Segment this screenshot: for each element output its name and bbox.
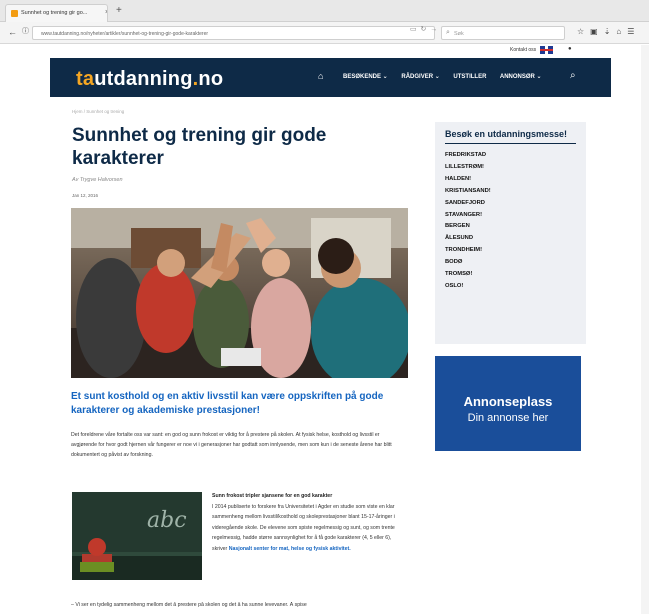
messe-city-link[interactable]: ÅLESUND [445,233,576,245]
messe-city-link[interactable]: HALDEN! [445,174,576,186]
ad-space[interactable]: Annonseplass Din annonse her [435,356,581,451]
side-heading: Sunn frokost tripler sjansene for en god… [212,493,333,499]
messe-city-link[interactable]: BODØ [445,257,576,269]
search-placeholder: Søk [454,31,464,37]
messe-city-link[interactable]: SANDEFJORD [445,198,576,210]
browser-tab[interactable]: Sunnhet og trening gir go... × [5,4,108,22]
messe-city-link[interactable]: TROMSØ! [445,269,576,281]
menu-besokende[interactable]: BESØKENDE ⌄ [343,74,388,80]
article-title: Sunnhet og trening gir gode karakterer [72,125,327,169]
site-search-icon[interactable]: ⌕ [570,70,576,81]
hero-image-students-high-five [71,208,408,378]
new-tab-button[interactable]: + [116,6,122,16]
article-date: Jan 12, 2016 [72,193,99,198]
menu-radgiver[interactable]: RÅDGIVER ⌄ [401,74,439,80]
site-logo[interactable]: tautdanning.no [76,68,223,91]
browser-tabbar: Sunnhet og trening gir go... × + [0,0,649,22]
site-favicon-icon [11,10,18,17]
svg-text:abc: abc [147,508,187,533]
menu-utstiller[interactable]: UTSTILLER [453,74,486,80]
article-byline: Av Trygve Halvorsen [72,177,123,183]
messe-city-link[interactable]: LILLESTRØM! [445,162,576,174]
messe-city-link[interactable]: TRONDHEIM! [445,245,576,257]
article-side-text: Sunn frokost tripler sjansene for en god… [212,491,407,554]
top-strip: Kontakt oss ● [0,45,649,59]
ad-subtitle: Din annonse her [467,412,549,424]
messe-city-link[interactable]: FREDRIKSTAD [445,150,576,162]
info-icon[interactable]: ⓘ [22,27,29,37]
tab-title: Sunnhet og trening gir go... [21,10,88,16]
messe-city-link[interactable]: STAVANGER! [445,210,576,222]
chalkboard-image: abc [72,492,202,580]
messe-city-link[interactable]: OSLO! [445,281,576,293]
messe-title: Besøk en utdanningsmesse! [445,129,576,144]
messe-city-link[interactable]: BERGEN [445,221,576,233]
url-text: www.tautdanning.no/nyheter/artikler/sunn… [41,31,209,37]
site-header: tautdanning.no ⌂ BESØKENDE ⌄ RÅDGIVER ⌄ … [50,58,611,97]
messe-city-link[interactable]: KRISTIANSAND! [445,186,576,198]
address-bar[interactable]: www.tautdanning.no/nyheter/artikler/sunn… [32,26,435,40]
menu-annonsor[interactable]: ANNONSØR ⌄ [500,74,542,80]
search-icon: ⌕ [446,29,450,36]
breadcrumb[interactable]: Hjem / Sunnhet og trening [72,109,124,114]
messe-box: Besøk en utdanningsmesse! FREDRIKSTAD LI… [435,122,586,344]
article-quote: – Vi ser en tydelig sammenheng mellom de… [71,602,307,608]
side-body: I 2014 publiserte to forskere fra Univer… [212,503,395,552]
ad-title: Annonseplass [463,394,553,409]
article-lead: Et sunt kosthold og en aktiv livsstil ka… [71,391,384,416]
browser-navbar: ← ⓘ www.tautdanning.no/nyheter/artikler/… [0,22,649,44]
search-bar[interactable]: ⌕ Søk [441,26,565,40]
nhfa-link[interactable]: Nasjonalt senter for mat, helse og fysis… [229,546,351,552]
tab-close-icon[interactable]: × [105,9,107,16]
home-icon[interactable]: ⌂ [318,71,323,81]
back-arrow-icon[interactable]: ← [8,27,17,37]
reader-reload-icons[interactable]: ▭ ↻ → [410,25,437,33]
user-icon[interactable]: ● [568,46,572,52]
toolbar-icons[interactable]: ☆▣⇣⌂☰ [577,27,640,36]
uk-flag-icon[interactable] [540,46,553,54]
article-body-paragraph: Det foreldrene våre fortalte oss var san… [71,432,392,458]
contact-link[interactable]: Kontakt oss [510,47,536,53]
main-menu: BESØKENDE ⌄ RÅDGIVER ⌄ UTSTILLER ANNONSØ… [343,73,554,80]
scrollbar-track[interactable] [641,45,649,614]
